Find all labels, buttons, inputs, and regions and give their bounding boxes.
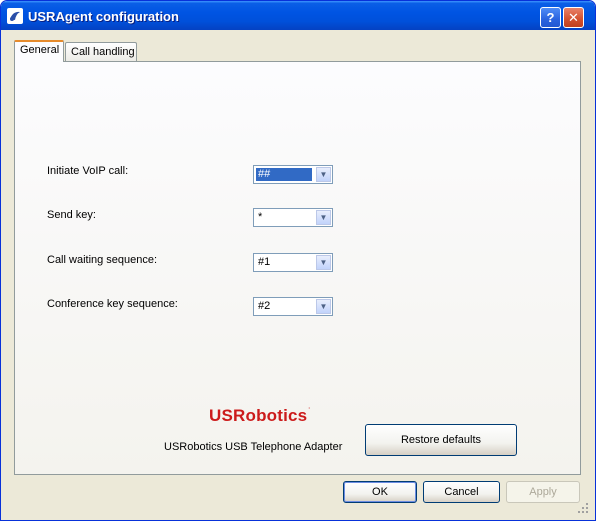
config-window: USRAgent configuration ? ✕ General Call … <box>0 0 596 521</box>
chevron-down-icon[interactable]: ▼ <box>316 299 331 314</box>
title-bar[interactable]: USRAgent configuration ? ✕ <box>1 1 595 30</box>
send-key-select[interactable]: * ▼ <box>253 208 333 227</box>
cancel-button[interactable]: Cancel <box>423 481 500 503</box>
call-waiting-label: Call waiting sequence: <box>47 254 158 266</box>
resize-grip-icon[interactable] <box>578 503 589 514</box>
tab-general[interactable]: General <box>14 40 64 62</box>
dialog-body: General Call handling Initiate VoIP call… <box>4 30 592 516</box>
apply-button: Apply <box>506 481 580 503</box>
usrobotics-logo: USRobotics· <box>209 406 311 426</box>
ok-button[interactable]: OK <box>343 481 417 503</box>
call-waiting-select[interactable]: #1 ▼ <box>253 253 333 272</box>
chevron-down-icon[interactable]: ▼ <box>316 167 331 182</box>
send-key-value: * <box>258 211 263 223</box>
initiate-voip-label: Initiate VoIP call: <box>47 165 129 177</box>
tab-call-handling[interactable]: Call handling <box>65 42 137 61</box>
conference-key-label: Conference key sequence: <box>47 298 178 310</box>
help-button[interactable]: ? <box>540 7 561 28</box>
call-waiting-value: #1 <box>258 256 271 268</box>
conference-key-value: #2 <box>258 300 271 312</box>
product-name: USRobotics USB Telephone Adapter <box>164 441 343 453</box>
chevron-down-icon[interactable]: ▼ <box>316 255 331 270</box>
logo-mark: · <box>308 406 311 412</box>
close-button[interactable]: ✕ <box>563 7 584 28</box>
initiate-voip-value: ## <box>256 168 312 181</box>
send-key-label: Send key: <box>47 209 96 221</box>
logo-text: USRobotics <box>209 406 308 425</box>
initiate-voip-select[interactable]: ## ▼ <box>253 165 333 184</box>
conference-key-select[interactable]: #2 ▼ <box>253 297 333 316</box>
window-title: USRAgent configuration <box>28 9 179 24</box>
chevron-down-icon[interactable]: ▼ <box>316 210 331 225</box>
app-icon <box>7 8 23 24</box>
restore-defaults-button[interactable]: Restore defaults <box>365 424 517 456</box>
